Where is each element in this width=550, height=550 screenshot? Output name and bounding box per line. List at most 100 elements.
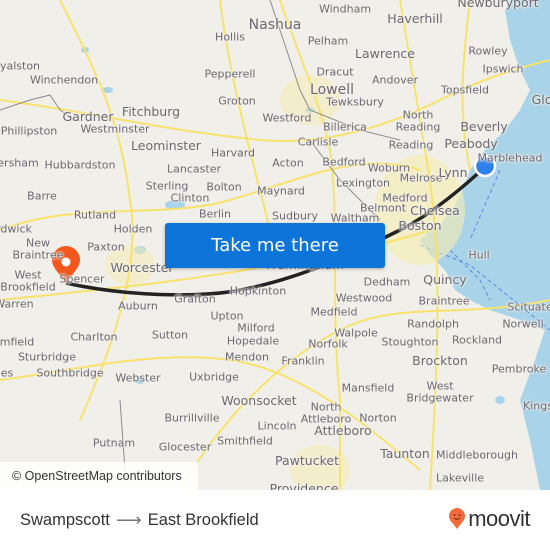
place-label: Sturbridge bbox=[17, 350, 77, 364]
place-label: Carlisle bbox=[297, 135, 339, 149]
place-label: Lakeville bbox=[435, 471, 485, 485]
place-label: Webster bbox=[115, 371, 161, 385]
place-label: Rowley bbox=[468, 44, 508, 58]
place-label: Winchendon bbox=[29, 73, 99, 87]
place-label: Pelham bbox=[307, 34, 349, 48]
place-label: North Reading bbox=[395, 108, 441, 133]
route-title: Swampscott ⟶ East Brookfield bbox=[20, 510, 259, 531]
place-label: Pawtucket bbox=[275, 452, 339, 468]
place-label: Sterling bbox=[145, 179, 189, 193]
place-label: Lincoln bbox=[257, 419, 297, 433]
place-label: Groton bbox=[218, 94, 256, 108]
place-label: Harvard bbox=[210, 146, 256, 160]
place-label: Rutland bbox=[73, 208, 117, 222]
place-label: Dracut bbox=[316, 65, 354, 79]
place-label: North Attleboro bbox=[300, 400, 352, 425]
place-label: Ipswich bbox=[482, 62, 524, 76]
place-label: Braintree bbox=[418, 294, 470, 308]
place-label: Melrose bbox=[399, 171, 443, 185]
place-label: Barre bbox=[27, 189, 57, 203]
place-label: Maynard bbox=[257, 184, 305, 198]
place-label: Brockton bbox=[412, 352, 468, 368]
place-label: Hopkinton bbox=[229, 284, 287, 298]
place-label: West Brookfield bbox=[0, 268, 56, 293]
place-label: Beverly bbox=[460, 118, 508, 134]
place-label: Quincy bbox=[423, 271, 467, 287]
place-label: Grafton bbox=[174, 292, 216, 306]
place-label: West Bridgewater bbox=[406, 379, 474, 404]
place-label: Clinton bbox=[170, 191, 210, 205]
place-label: Windham bbox=[318, 2, 372, 16]
place-label: Burrillville bbox=[164, 411, 220, 425]
place-label: Lawrence bbox=[355, 45, 415, 61]
place-label: ersham bbox=[0, 156, 39, 170]
place-label: Putnam bbox=[92, 436, 136, 450]
place-label: Acton bbox=[272, 156, 304, 170]
place-label: Fitchburg bbox=[121, 103, 181, 119]
place-label: Mendon bbox=[225, 350, 269, 364]
place-label: Leominster bbox=[131, 137, 201, 153]
place-label: Paxton bbox=[87, 240, 125, 254]
arrow-right-icon: ⟶ bbox=[115, 510, 142, 530]
place-label: Norwell bbox=[502, 317, 544, 331]
take-me-there-button[interactable]: Take me there bbox=[165, 223, 385, 268]
place-label: Charlton bbox=[70, 330, 118, 344]
place-label: Sutton bbox=[151, 328, 189, 342]
place-label: Hollis bbox=[215, 30, 245, 44]
origin-name: Swampscott bbox=[20, 511, 110, 529]
place-label: Kings bbox=[523, 399, 550, 413]
place-label: Lancaster bbox=[167, 162, 221, 176]
place-label: Norfolk bbox=[308, 337, 348, 351]
place-label: Nashua bbox=[248, 17, 302, 33]
place-label: yalston bbox=[0, 59, 41, 73]
place-label: Warren bbox=[0, 297, 34, 311]
footer: Swampscott ⟶ East Brookfield moovit bbox=[0, 490, 550, 550]
map[interactable]: Windham Haverhill Newburyport Nashua Hollis P… bbox=[0, 0, 550, 490]
place-label: Newburyport bbox=[457, 0, 539, 10]
place-label: Glo bbox=[531, 91, 550, 107]
place-label: Spencer bbox=[59, 272, 105, 286]
place-label: Holden bbox=[113, 222, 153, 236]
place-label: Reading bbox=[388, 138, 434, 152]
place-label: Upton bbox=[210, 309, 244, 323]
place-label: Marblehead bbox=[477, 151, 543, 165]
place-label: Woonsocket bbox=[221, 392, 297, 408]
place-label: Andover bbox=[371, 73, 419, 87]
destination-name: East Brookfield bbox=[147, 511, 259, 529]
place-label: Bedford bbox=[322, 155, 366, 169]
place-label: Scituate bbox=[507, 300, 550, 314]
place-label: Auburn bbox=[118, 299, 158, 313]
place-label: Southbridge bbox=[36, 366, 104, 380]
place-label: Middleborough bbox=[436, 448, 518, 462]
place-label: Taunton bbox=[380, 445, 430, 461]
place-label: Randolph bbox=[407, 317, 459, 331]
place-label: Tewksbury bbox=[326, 95, 384, 109]
place-label: Peabody bbox=[444, 135, 498, 151]
brand-name: moovit bbox=[468, 506, 530, 531]
place-label: New Braintree bbox=[12, 236, 64, 261]
place-label: Westminster bbox=[80, 122, 150, 136]
place-label: Pembroke bbox=[491, 362, 547, 376]
place-label: Westford bbox=[262, 111, 312, 125]
place-label: Rockland bbox=[451, 333, 503, 347]
place-label: Mansfield bbox=[341, 381, 395, 395]
place-label: Hubbardston bbox=[44, 158, 116, 172]
moovit-logo[interactable]: moovit bbox=[448, 506, 530, 532]
place-label: Attleboro bbox=[314, 422, 372, 438]
place-label: Milford bbox=[237, 321, 275, 335]
place-label: Gardner bbox=[62, 108, 114, 124]
place-label: Belmont bbox=[359, 201, 407, 215]
place-label: Boston bbox=[398, 217, 442, 233]
place-label: Westwood bbox=[335, 291, 393, 305]
place-label: es bbox=[0, 366, 14, 380]
place-label: Bolton bbox=[206, 180, 242, 194]
map-attribution[interactable]: © OpenStreetMap contributors bbox=[0, 462, 198, 490]
place-label: Hopedale bbox=[226, 334, 280, 348]
place-label: Glocester bbox=[158, 440, 212, 454]
place-label: Topsfield bbox=[440, 83, 490, 97]
place-label: Franklin bbox=[281, 354, 325, 368]
place-label: Hull bbox=[468, 248, 490, 262]
place-label: Haverhill bbox=[387, 10, 443, 26]
place-label: mfield bbox=[0, 335, 35, 349]
place-label: Providence bbox=[269, 480, 339, 490]
